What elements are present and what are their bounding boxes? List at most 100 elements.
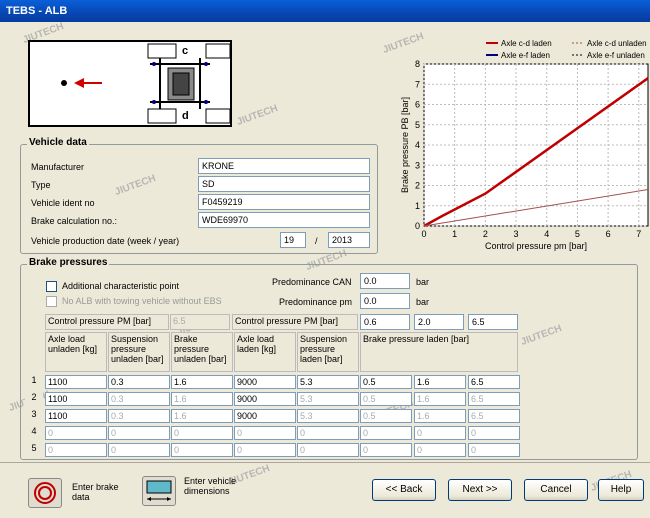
y-tick-label: 6: [415, 100, 420, 110]
legend-label: Axle e-f laden: [501, 51, 550, 60]
type-field[interactable]: SD: [198, 176, 370, 192]
predominance-pm-unit: bar: [416, 297, 430, 307]
table-cell[interactable]: 0: [171, 426, 233, 440]
x-tick-label: 3: [514, 229, 519, 239]
table-cell[interactable]: 1100: [45, 375, 107, 389]
table-cell[interactable]: 1100: [45, 392, 107, 406]
table-cell[interactable]: 0: [297, 426, 359, 440]
control-pressure-header-laden: Control pressure PM [bar]: [232, 314, 358, 330]
row-number: 1: [25, 375, 43, 389]
control-pressure-laden-2[interactable]: 2.0: [414, 314, 464, 330]
table-cell[interactable]: 0: [108, 426, 170, 440]
table-cell[interactable]: 1.6: [414, 409, 466, 423]
control-pressure-header-unladen: Control pressure PM [bar]: [45, 314, 169, 330]
help-button[interactable]: Help: [598, 479, 644, 501]
control-pressure-laden-3[interactable]: 6.5: [468, 314, 518, 330]
legend-label: Axle e-f unladen: [587, 51, 645, 60]
y-tick-label: 5: [415, 120, 420, 130]
row-number: 5: [25, 443, 43, 457]
date-separator: /: [315, 236, 318, 246]
production-year-field[interactable]: 2013: [328, 232, 370, 248]
predominance-can-unit: bar: [416, 277, 430, 287]
column-header: Brake pressure laden [bar]: [360, 332, 518, 372]
table-cell[interactable]: 0.5: [360, 375, 412, 389]
predominance-can-field[interactable]: 0.0: [360, 273, 410, 289]
table-cell[interactable]: 1.6: [414, 392, 466, 406]
table-cell[interactable]: 1100: [45, 409, 107, 423]
table-cell[interactable]: 6.5: [468, 392, 520, 406]
table-cell[interactable]: 0: [234, 443, 296, 457]
table-cell[interactable]: 0: [414, 426, 466, 440]
table-cell[interactable]: 0: [45, 443, 107, 457]
manufacturer-field[interactable]: KRONE: [198, 158, 370, 174]
brake-calc-field[interactable]: WDE69970: [198, 212, 370, 228]
x-tick-label: 0: [421, 229, 426, 239]
table-cell[interactable]: 9000: [234, 375, 296, 389]
vehicle-ident-label: Vehicle ident no: [31, 198, 95, 208]
table-cell[interactable]: 1.6: [171, 375, 233, 389]
table-cell[interactable]: 6.5: [468, 375, 520, 389]
row-number: 3: [25, 409, 43, 423]
y-tick-label: 7: [415, 79, 420, 89]
table-cell[interactable]: 0: [108, 443, 170, 457]
axle-diagram: c d: [28, 40, 232, 127]
table-cell[interactable]: 5.3: [297, 375, 359, 389]
cancel-button[interactable]: Cancel: [524, 479, 588, 501]
manufacturer-label: Manufacturer: [31, 162, 85, 172]
enter-brake-data-button[interactable]: [28, 478, 62, 508]
table-cell[interactable]: 1.6: [171, 392, 233, 406]
predominance-pm-label: Predominance pm: [279, 297, 353, 307]
footer-divider: [0, 462, 650, 463]
table-cell[interactable]: 0: [234, 426, 296, 440]
table-cell[interactable]: 0.3: [108, 375, 170, 389]
table-cell[interactable]: 0: [45, 426, 107, 440]
additional-point-checkbox[interactable]: [46, 281, 57, 292]
back-button[interactable]: << Back: [372, 479, 436, 501]
table-cell[interactable]: 0: [360, 426, 412, 440]
enter-vehicle-dimensions-button[interactable]: [142, 476, 176, 506]
help-button-label: Help: [610, 484, 632, 495]
no-alb-label: No ALB with towing vehicle without EBS: [62, 296, 222, 306]
column-header: Suspension pressure laden [bar]: [297, 332, 359, 372]
table-cell[interactable]: 0: [414, 443, 466, 457]
no-alb-checkbox[interactable]: [46, 296, 57, 307]
y-axis-label: Brake pressure PB [bar]: [400, 97, 410, 193]
table-cell[interactable]: 1.6: [171, 409, 233, 423]
column-header: Axle load laden [kg]: [234, 332, 296, 372]
y-tick-label: 3: [415, 160, 420, 170]
production-week-field[interactable]: 19: [280, 232, 306, 248]
x-tick-label: 1: [452, 229, 457, 239]
window-title-bar: TEBS - ALB: [0, 0, 650, 22]
table-cell[interactable]: 5.3: [297, 392, 359, 406]
y-tick-label: 4: [415, 140, 420, 150]
table-cell[interactable]: 0: [360, 443, 412, 457]
brake-pressures-title: Brake pressures: [27, 257, 110, 268]
table-cell[interactable]: 0.3: [108, 392, 170, 406]
brake-calc-label: Brake calculation no.:: [31, 216, 118, 226]
legend-label: Axle c-d unladen: [587, 39, 647, 48]
x-tick-label: 2: [483, 229, 488, 239]
table-cell[interactable]: 9000: [234, 392, 296, 406]
next-button[interactable]: Next >>: [448, 479, 512, 501]
table-cell[interactable]: 0: [171, 443, 233, 457]
table-cell[interactable]: 0: [468, 426, 520, 440]
additional-point-label: Additional characteristic point: [62, 281, 180, 291]
table-cell[interactable]: 0.5: [360, 392, 412, 406]
vehicle-ident-field[interactable]: F0459219: [198, 194, 370, 210]
axle-diagram-icon: [61, 43, 231, 124]
predominance-pm-field[interactable]: 0.0: [360, 293, 410, 309]
cancel-button-label: Cancel: [540, 484, 572, 495]
table-cell[interactable]: 0: [297, 443, 359, 457]
table-cell[interactable]: 9000: [234, 409, 296, 423]
table-cell[interactable]: 0.3: [108, 409, 170, 423]
table-cell[interactable]: 0: [468, 443, 520, 457]
control-pressure-laden-1[interactable]: 0.6: [360, 314, 410, 330]
table-cell[interactable]: 5.3: [297, 409, 359, 423]
back-button-label: << Back: [385, 484, 423, 495]
column-header: Brake pressure unladen [bar]: [171, 332, 233, 372]
window-title: TEBS - ALB: [6, 5, 68, 17]
table-cell[interactable]: 1.6: [414, 375, 466, 389]
table-cell[interactable]: 0.5: [360, 409, 412, 423]
table-cell[interactable]: 6.5: [468, 409, 520, 423]
x-tick-label: 7: [636, 229, 641, 239]
